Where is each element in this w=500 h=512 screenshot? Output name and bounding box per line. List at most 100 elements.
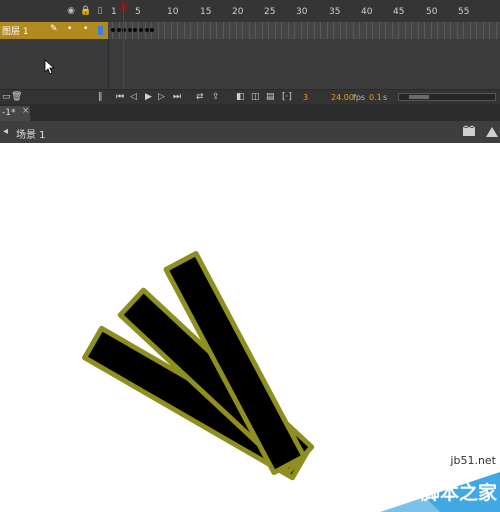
last-frame-icon[interactable]: ⏭	[173, 92, 181, 103]
frame-cell[interactable]	[232, 22, 237, 39]
lock-icon[interactable]: 🔒	[80, 7, 91, 16]
loop-icon[interactable]: ⇄	[196, 92, 204, 103]
frame-cell[interactable]	[349, 22, 354, 39]
visibility-dot-icon[interactable]: •	[67, 24, 72, 34]
onion-skin-icon[interactable]: ◧	[236, 92, 245, 103]
frame-cell[interactable]	[173, 22, 178, 39]
frame-cell[interactable]	[362, 22, 367, 39]
keyframe-dot[interactable]	[127, 28, 132, 32]
frame-cell[interactable]	[485, 22, 490, 39]
layer-color-swatch-icon[interactable]	[98, 26, 103, 35]
play-icon[interactable]: ▶	[145, 92, 152, 103]
frame-cell[interactable]	[284, 22, 289, 39]
frame-cell[interactable]	[310, 22, 315, 39]
frame-cell[interactable]	[219, 22, 224, 39]
timeline-panel: ◉ 🔒 ▯ 1 5 10 15 20 25 30 35 40 45 50 55 图层 1 ✎ • • …	[0, 0, 500, 105]
frame-cell[interactable]	[401, 22, 406, 39]
frame-cell[interactable]	[368, 22, 373, 39]
scene-label[interactable]: 场景 1	[16, 126, 46, 141]
frame-cell[interactable]	[264, 22, 269, 39]
frame-cell[interactable]	[212, 22, 217, 39]
frame-cell[interactable]	[433, 22, 438, 39]
frame-cell[interactable]	[271, 22, 276, 39]
frame-cell[interactable]	[180, 22, 185, 39]
step-forward-icon[interactable]: ▷	[158, 92, 165, 103]
new-layer-icon[interactable]: ▭	[2, 92, 11, 103]
modify-markers-icon[interactable]: [·]	[282, 92, 292, 103]
frame-cell[interactable]	[446, 22, 451, 39]
frame-cell[interactable]	[466, 22, 471, 39]
pencil-icon[interactable]: ✎	[50, 24, 58, 34]
frame-cell[interactable]	[329, 22, 334, 39]
frame-cell[interactable]	[394, 22, 399, 39]
frame-cell[interactable]	[297, 22, 302, 39]
frame-cell[interactable]	[160, 22, 165, 39]
scene-bar: ◂ 场景 1	[0, 121, 500, 144]
ruler-tick: 15	[200, 7, 212, 17]
edit-symbols-icon[interactable]	[484, 125, 500, 138]
frame-cell[interactable]	[323, 22, 328, 39]
frame-cell[interactable]	[238, 22, 243, 39]
frame-cell[interactable]	[381, 22, 386, 39]
frame-cell[interactable]	[154, 22, 159, 39]
frame-cell[interactable]	[355, 22, 360, 39]
frame-cell[interactable]	[427, 22, 432, 39]
frame-cell[interactable]	[206, 22, 211, 39]
frame-cell[interactable]	[375, 22, 380, 39]
frames-row[interactable]	[108, 22, 500, 39]
frame-cell[interactable]	[420, 22, 425, 39]
frame-ruler[interactable]: 1 5 10 15 20 25 30 35 40 45 50 55	[108, 0, 500, 22]
onion-outline-icon[interactable]: ◫	[251, 92, 260, 103]
step-back-icon[interactable]: ◁	[130, 92, 137, 103]
stage[interactable]: jb51.net 脚本之家	[0, 143, 500, 512]
frame-cell[interactable]	[414, 22, 419, 39]
fps-value[interactable]: 24.00	[331, 93, 354, 102]
center-frame-icon[interactable]: ⇪	[212, 92, 220, 103]
frame-cell[interactable]	[388, 22, 393, 39]
frame-cell[interactable]	[258, 22, 263, 39]
frame-cell[interactable]	[193, 22, 198, 39]
edit-multiple-icon[interactable]: ▤	[266, 92, 275, 103]
timeline-scrollbar[interactable]	[398, 93, 496, 101]
frame-cell[interactable]	[290, 22, 295, 39]
edit-scene-icon[interactable]	[462, 125, 478, 138]
frame-cell[interactable]	[251, 22, 256, 39]
frame-cell[interactable]	[316, 22, 321, 39]
frame-cell[interactable]	[407, 22, 412, 39]
close-tab-icon[interactable]: ×	[22, 106, 30, 116]
delete-layer-icon[interactable]: 🗑	[11, 92, 22, 103]
frame-cell[interactable]	[459, 22, 464, 39]
frame-cell[interactable]	[277, 22, 282, 39]
frame-cell[interactable]	[245, 22, 250, 39]
keyframe-dot[interactable]	[144, 28, 149, 32]
frame-cell[interactable]	[453, 22, 458, 39]
frame-cell[interactable]	[336, 22, 341, 39]
eye-icon[interactable]: ◉	[66, 7, 76, 16]
cursor-icon	[44, 59, 56, 75]
lock-dot-icon[interactable]: •	[83, 24, 88, 34]
frame-cell[interactable]	[199, 22, 204, 39]
keyframe-dot[interactable]	[111, 28, 115, 32]
frame-cell[interactable]	[479, 22, 484, 39]
frame-cell[interactable]	[440, 22, 445, 39]
frame-cell[interactable]	[472, 22, 477, 39]
frame-cell[interactable]	[186, 22, 191, 39]
frame-cell[interactable]	[303, 22, 308, 39]
elapsed-time[interactable]: 0.1	[369, 93, 382, 102]
current-frame[interactable]: 3	[303, 93, 308, 102]
frame-cell[interactable]	[167, 22, 172, 39]
layer-row[interactable]: 图层 1 ✎ • •	[0, 22, 108, 39]
keyframe-dot[interactable]	[116, 28, 121, 32]
scroll-thumb[interactable]	[409, 95, 429, 99]
outline-icon[interactable]: ▯	[95, 7, 105, 16]
layer-name[interactable]: 图层 1	[2, 24, 29, 37]
timeline-ruler[interactable]: ◉ 🔒 ▯ 1 5 10 15 20 25 30 35 40 45 50 55	[0, 0, 500, 23]
frame-cell[interactable]	[492, 22, 497, 39]
keyframe-dot[interactable]	[139, 28, 143, 32]
stick-shapes[interactable]	[82, 250, 315, 481]
frame-cell[interactable]	[342, 22, 347, 39]
first-frame-icon[interactable]: ⏮	[116, 92, 124, 103]
frame-cell[interactable]	[225, 22, 230, 39]
playhead[interactable]	[123, 4, 124, 89]
back-arrow-icon[interactable]: ◂	[3, 126, 8, 137]
